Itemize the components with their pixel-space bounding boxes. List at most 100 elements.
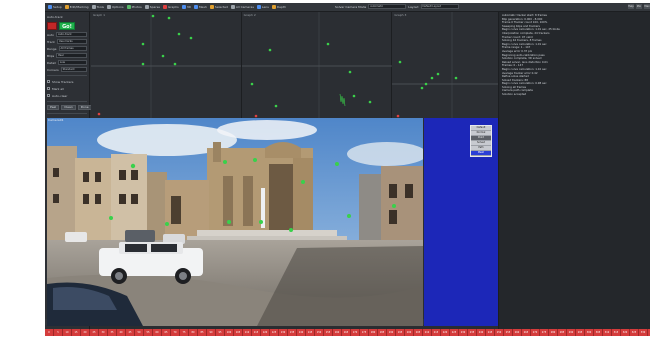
window-button-help[interactable]: Help bbox=[628, 4, 634, 9]
checkbox[interactable] bbox=[47, 94, 50, 97]
camera-viewport[interactable]: Camera01 bbox=[47, 118, 423, 326]
checkbox-row[interactable]: Show Trackers bbox=[47, 79, 87, 84]
solver-mode-select[interactable]: Automatic bbox=[368, 4, 407, 9]
setting-field[interactable]: Use marks bbox=[56, 39, 87, 44]
graph-point[interactable] bbox=[141, 62, 145, 66]
frame-tick[interactable]: 210 bbox=[423, 329, 432, 336]
graph-point[interactable] bbox=[167, 16, 171, 20]
frame-tick[interactable]: 320 bbox=[621, 329, 630, 336]
control-button[interactable]: Peel bbox=[47, 105, 60, 110]
graph-1-canvas[interactable] bbox=[91, 12, 241, 120]
checkbox-row[interactable]: Auto-clear bbox=[47, 93, 87, 98]
toolbar-button-tools[interactable]: Tools bbox=[91, 5, 104, 9]
frame-tick[interactable]: 275 bbox=[540, 329, 549, 336]
frame-tick[interactable]: 65 bbox=[162, 329, 171, 336]
toolbar-button-photos[interactable]: Photos bbox=[126, 5, 142, 9]
toolbar-button-setup[interactable]: Setup bbox=[48, 5, 62, 9]
toolbar-button-graphs[interactable]: Graphs bbox=[162, 5, 179, 9]
frame-tick[interactable]: 300 bbox=[585, 329, 594, 336]
frame-tick[interactable]: 175 bbox=[360, 329, 369, 336]
graph-2-canvas[interactable] bbox=[241, 12, 392, 120]
frame-tick[interactable]: 260 bbox=[513, 329, 522, 336]
frame-tick[interactable]: 130 bbox=[279, 329, 288, 336]
frame-tick[interactable]: 5 bbox=[54, 329, 63, 336]
window-button-min[interactable]: Min bbox=[636, 4, 642, 9]
frame-tick[interactable]: 30 bbox=[99, 329, 108, 336]
frame-tick[interactable]: 0 bbox=[45, 329, 54, 336]
frame-tick[interactable]: 135 bbox=[288, 329, 297, 336]
frame-tick[interactable]: 325 bbox=[630, 329, 639, 336]
go-button[interactable]: Go! bbox=[59, 21, 75, 30]
graph-point[interactable] bbox=[368, 100, 371, 104]
frame-tick[interactable]: 215 bbox=[432, 329, 441, 336]
frame-tick[interactable]: 155 bbox=[324, 329, 333, 336]
frame-tick[interactable]: 310 bbox=[603, 329, 612, 336]
frame-tick[interactable]: 35 bbox=[108, 329, 117, 336]
frame-tick[interactable]: 95 bbox=[216, 329, 225, 336]
frame-tick[interactable]: 330 bbox=[639, 329, 648, 336]
frame-tick[interactable]: 115 bbox=[252, 329, 261, 336]
frame-tick[interactable]: 140 bbox=[297, 329, 306, 336]
graph-point[interactable] bbox=[151, 14, 155, 18]
frame-tick[interactable]: 85 bbox=[198, 329, 207, 336]
frame-tick[interactable]: 75 bbox=[180, 329, 189, 336]
toolbar-button-depth[interactable]: Depth bbox=[271, 5, 286, 9]
frame-tick[interactable]: 55 bbox=[144, 329, 153, 336]
toolbar-button-lens[interactable]: Lens bbox=[256, 5, 269, 9]
frame-tick[interactable]: 60 bbox=[153, 329, 162, 336]
frame-tick[interactable]: 295 bbox=[576, 329, 585, 336]
graph-point[interactable] bbox=[397, 114, 400, 118]
frame-tick[interactable]: 100 bbox=[225, 329, 234, 336]
graph-point[interactable] bbox=[425, 82, 428, 86]
frame-tick[interactable]: 25 bbox=[90, 329, 99, 336]
graph-point[interactable] bbox=[421, 86, 424, 90]
frame-tick[interactable]: 225 bbox=[450, 329, 459, 336]
frame-tick[interactable]: 170 bbox=[351, 329, 360, 336]
graph-point[interactable] bbox=[348, 70, 351, 74]
setting-field[interactable]: Standard bbox=[60, 67, 87, 72]
toolbar-button-options[interactable]: Options bbox=[106, 5, 124, 9]
toolbar-button-mesh[interactable]: Mesh bbox=[193, 5, 207, 9]
graph-point[interactable] bbox=[437, 72, 440, 76]
frame-tick[interactable]: 305 bbox=[594, 329, 603, 336]
graph-point[interactable] bbox=[189, 36, 193, 40]
setting-field[interactable]: Peel bbox=[56, 53, 87, 58]
graph-point[interactable] bbox=[326, 42, 329, 46]
frame-tick[interactable]: 105 bbox=[234, 329, 243, 336]
frame-tick[interactable]: 10 bbox=[63, 329, 72, 336]
frame-tick[interactable]: 120 bbox=[261, 329, 270, 336]
frame-tick[interactable]: 70 bbox=[171, 329, 180, 336]
setting-field[interactable]: Auto-track bbox=[55, 32, 87, 37]
setting-field[interactable]: Low bbox=[57, 60, 87, 65]
frame-tick[interactable]: 90 bbox=[207, 329, 216, 336]
graph-pane-1[interactable]: Graph 1 bbox=[91, 12, 242, 120]
frame-tick[interactable]: 45 bbox=[126, 329, 135, 336]
checkbox-row[interactable]: Mark all bbox=[47, 86, 87, 91]
toolbar-button-selected[interactable]: Selected bbox=[209, 5, 228, 9]
graph-point[interactable] bbox=[254, 114, 257, 118]
checkbox[interactable] bbox=[47, 80, 50, 83]
frame-tick[interactable]: 20 bbox=[81, 329, 90, 336]
frame-tick[interactable]: 190 bbox=[387, 329, 396, 336]
frame-tick[interactable]: 195 bbox=[396, 329, 405, 336]
frame-tick[interactable]: 270 bbox=[531, 329, 540, 336]
frame-tick[interactable]: 250 bbox=[495, 329, 504, 336]
frame-tick[interactable]: 290 bbox=[567, 329, 576, 336]
frame-tick[interactable]: 110 bbox=[243, 329, 252, 336]
frame-tick[interactable]: 185 bbox=[378, 329, 387, 336]
display-mode-item[interactable]: Mesh bbox=[471, 151, 491, 156]
frame-tick[interactable]: 125 bbox=[270, 329, 279, 336]
frame-tick[interactable]: 245 bbox=[486, 329, 495, 336]
graph-point[interactable] bbox=[177, 32, 181, 36]
window-button-max[interactable]: Max bbox=[644, 4, 650, 9]
frame-tick[interactable]: 285 bbox=[558, 329, 567, 336]
frame-tick[interactable]: 200 bbox=[405, 329, 414, 336]
layout-select[interactable]: Default Layout bbox=[420, 4, 459, 9]
checkbox[interactable] bbox=[47, 87, 50, 90]
frame-tick[interactable]: 50 bbox=[135, 329, 144, 336]
setting-field[interactable]: All frames bbox=[58, 46, 87, 51]
graph-point[interactable] bbox=[431, 76, 434, 80]
frame-tick[interactable]: 165 bbox=[342, 329, 351, 336]
frame-tick[interactable]: 220 bbox=[441, 329, 450, 336]
graph-point[interactable] bbox=[399, 60, 402, 64]
